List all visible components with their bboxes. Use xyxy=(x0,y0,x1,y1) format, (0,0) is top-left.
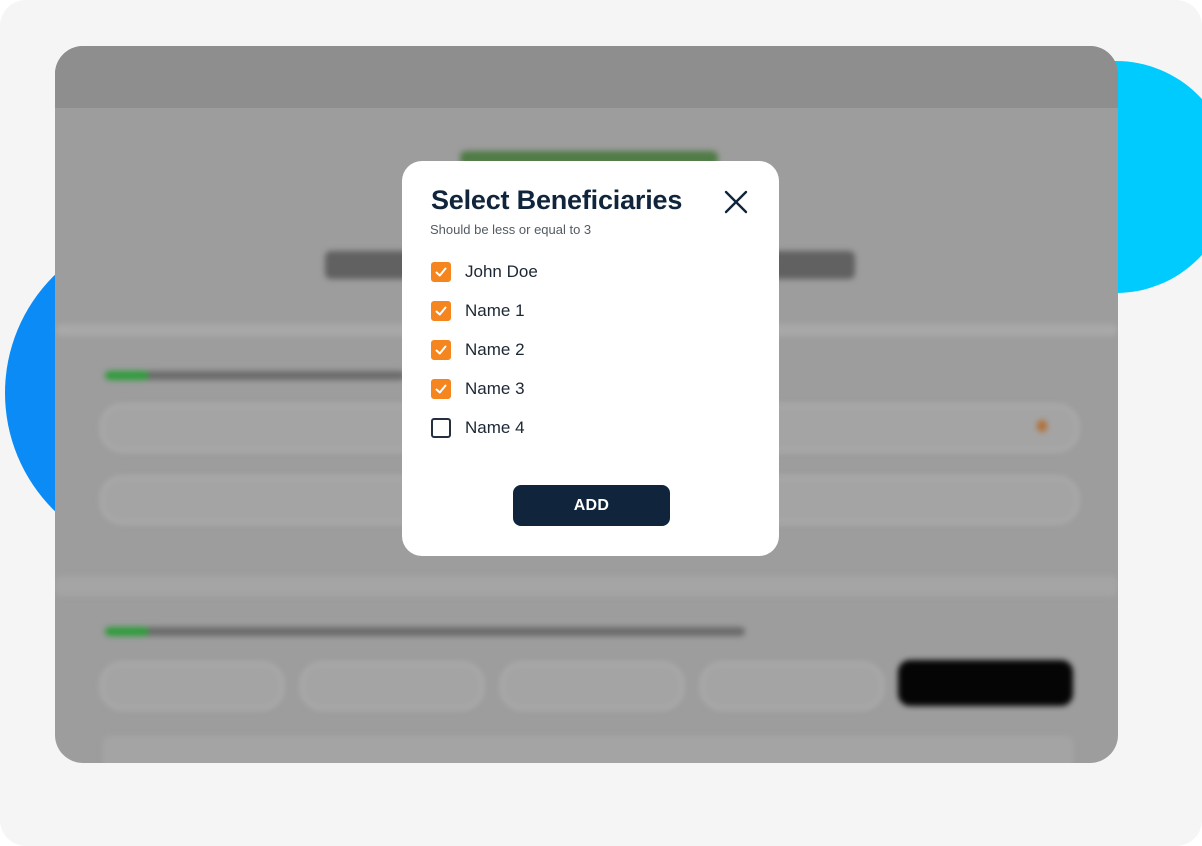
blurred-input-3 xyxy=(500,662,684,710)
checkmark-icon xyxy=(435,345,447,355)
select-beneficiaries-modal: Select Beneficiaries Should be less or e… xyxy=(402,161,779,556)
blurred-step-badge-1 xyxy=(105,371,149,380)
beneficiary-option-name-4[interactable]: Name 4 xyxy=(431,418,538,457)
close-icon[interactable] xyxy=(722,188,750,216)
beneficiary-list: John Doe Name 1 Name 2 Name 3 Name 4 xyxy=(431,262,538,457)
checkmark-icon xyxy=(435,384,447,394)
checkbox[interactable] xyxy=(431,301,451,321)
blurred-input-2 xyxy=(300,662,484,710)
modal-title: Select Beneficiaries xyxy=(431,185,683,215)
checkbox[interactable] xyxy=(431,418,451,438)
option-label: Name 2 xyxy=(465,340,525,359)
checkbox[interactable] xyxy=(431,340,451,360)
option-label: Name 1 xyxy=(465,301,525,320)
beneficiary-option-john-doe[interactable]: John Doe xyxy=(431,262,538,301)
checkbox[interactable] xyxy=(431,262,451,282)
checkmark-icon xyxy=(435,267,447,277)
beneficiary-option-name-1[interactable]: Name 1 xyxy=(431,301,538,340)
option-label: Name 3 xyxy=(465,379,525,398)
beneficiary-option-name-2[interactable]: Name 2 xyxy=(431,340,538,379)
blurred-action-button xyxy=(898,660,1073,706)
blurred-divider-2 xyxy=(55,576,1118,596)
blurred-step-label-2 xyxy=(105,627,745,636)
canvas-background: Select Beneficiaries Should be less or e… xyxy=(0,0,1202,846)
checkbox[interactable] xyxy=(431,379,451,399)
blurred-input-1 xyxy=(100,662,284,710)
blurred-step-badge-2 xyxy=(105,627,149,636)
blurred-input-4 xyxy=(700,662,884,710)
beneficiary-option-name-3[interactable]: Name 3 xyxy=(431,379,538,418)
option-label: John Doe xyxy=(465,262,538,281)
checkmark-icon xyxy=(435,306,447,316)
option-label: Name 4 xyxy=(465,418,525,437)
blurred-select-dot xyxy=(1037,420,1047,432)
blurred-step-label-1 xyxy=(105,371,405,380)
modal-subtitle: Should be less or equal to 3 xyxy=(430,222,592,237)
add-button[interactable]: ADD xyxy=(513,485,670,526)
blurred-table-area xyxy=(103,736,1073,763)
